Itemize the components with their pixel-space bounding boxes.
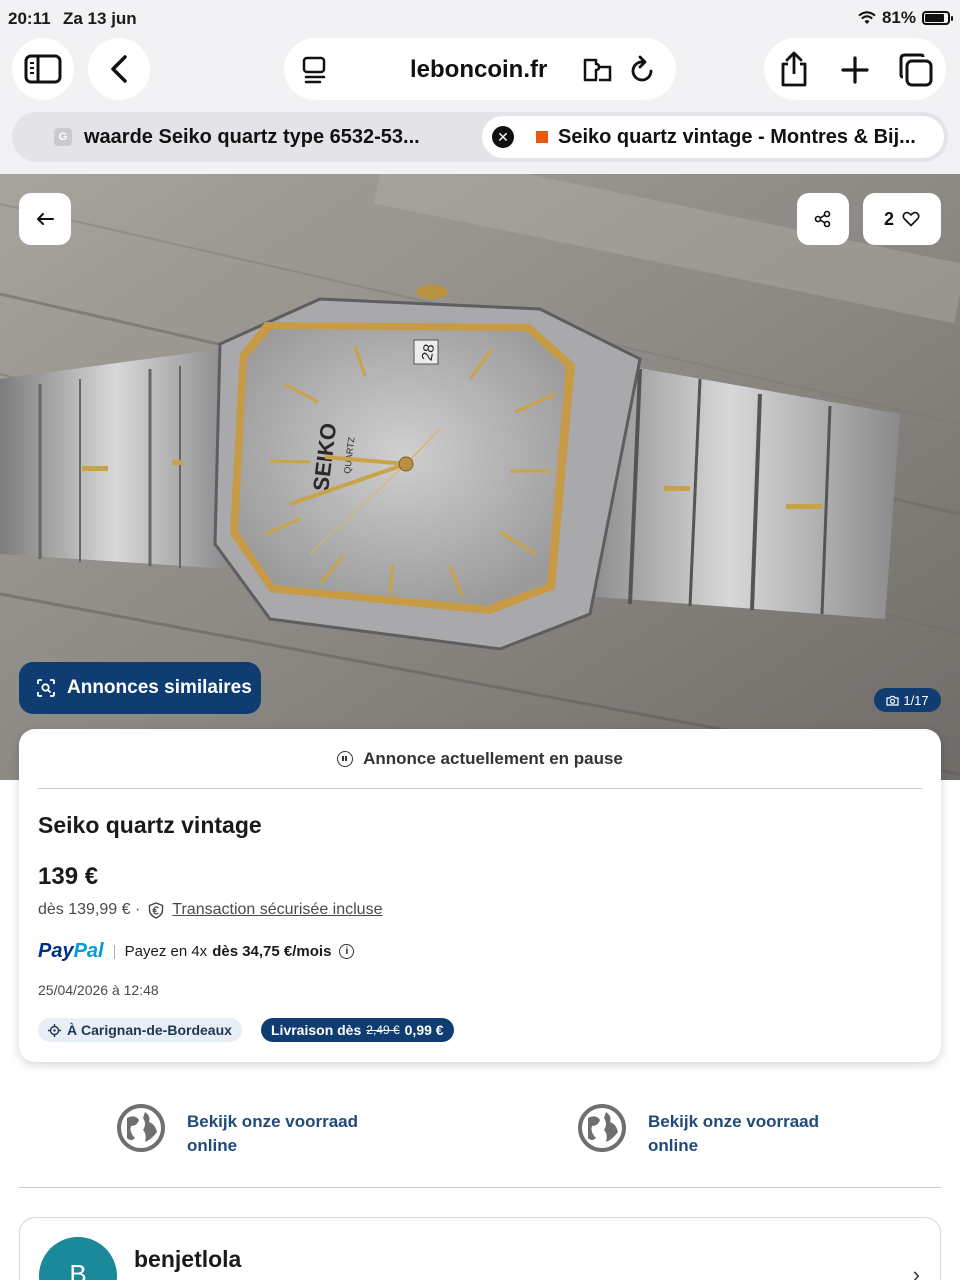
paypal-installments[interactable]: PayPal Payez en 4x dès 34,75 €/mois i	[38, 940, 355, 963]
paypal-amount: dès 34,75 €/mois	[212, 943, 332, 960]
listing-title: Seiko quartz vintage	[38, 812, 262, 838]
chevron-right-icon: ›	[912, 1262, 920, 1280]
listing-status-text: Annonce actuellement en pause	[363, 749, 623, 768]
tab-leboncoin[interactable]: ✕ Seiko quartz vintage - Montres & Bij..…	[482, 116, 944, 158]
similar-listings-button[interactable]: Annonces similaires	[19, 662, 261, 714]
page-menu-icon[interactable]	[302, 56, 328, 84]
listing-details-card: Annonce actuellement en pause Seiko quar…	[19, 729, 941, 1062]
info-icon[interactable]: i	[339, 944, 355, 959]
seller-avatar: B	[39, 1237, 117, 1280]
separator	[113, 944, 115, 959]
back-button[interactable]	[88, 38, 150, 100]
leboncoin-favicon-icon	[536, 131, 548, 143]
promo-text: Bekijk onze voorraad online	[648, 1112, 820, 1155]
favorite-button[interactable]: 2	[863, 193, 941, 245]
paypal-logo: PayPal	[38, 940, 104, 963]
image-search-icon	[37, 679, 55, 697]
status-time: 20:11	[8, 9, 51, 28]
photo-counter: 1/17	[874, 688, 941, 712]
share-listing-button[interactable]	[797, 193, 849, 245]
paypal-logo-pal: Pal	[73, 940, 104, 962]
reader-extension-icon[interactable]	[582, 56, 614, 84]
sidebar-icon	[24, 54, 62, 84]
share-nodes-icon	[814, 210, 831, 228]
share-icon[interactable]	[778, 50, 810, 88]
browser-chrome: leboncoin.fr G waarde Seiko quartz type …	[0, 36, 960, 174]
listing-photo-gallery[interactable]: 28 SEIKO QUARTZ 2 Annonces similaires 1/…	[0, 174, 960, 780]
arrow-left-icon	[37, 213, 54, 225]
svg-text:28: 28	[419, 343, 439, 362]
location-text: À Carignan-de-Bordeaux	[67, 1022, 232, 1038]
promo-stock-online-2[interactable]: Bekijk onze voorraad online	[578, 1104, 828, 1158]
address-bar[interactable]: leboncoin.fr	[284, 38, 676, 100]
wifi-icon	[858, 11, 876, 24]
secure-euro-icon	[149, 901, 164, 919]
similar-listings-label: Annonces similaires	[67, 677, 252, 698]
favorite-count: 2	[883, 208, 894, 229]
pause-icon	[337, 751, 354, 767]
battery-icon	[922, 11, 953, 25]
status-date: Za 13 jun	[63, 9, 137, 28]
back-to-list-button[interactable]	[19, 193, 71, 245]
globe-icon	[117, 1104, 165, 1152]
close-tab-icon[interactable]: ✕	[492, 126, 514, 148]
heart-icon	[902, 211, 920, 227]
new-tab-icon[interactable]	[841, 56, 869, 84]
chevron-left-icon	[111, 55, 127, 83]
listing-date: 25/04/2026 à 12:48	[38, 982, 159, 998]
seller-name: benjetlola	[134, 1246, 242, 1272]
tabs-overview-icon[interactable]	[898, 52, 934, 88]
url-text[interactable]: leboncoin.fr	[410, 56, 547, 84]
tab-title: waarde Seiko quartz type 6532-53...	[84, 125, 420, 148]
status-bar: 20:11 Za 13 jun 81%	[0, 0, 960, 36]
location-target-icon	[48, 1023, 61, 1037]
secure-transaction-link[interactable]: Transaction sécurisée incluse	[172, 901, 382, 919]
camera-icon	[886, 695, 899, 706]
divider	[19, 1187, 941, 1188]
tab-bar: G waarde Seiko quartz type 6532-53... ✕ …	[12, 112, 948, 162]
secure-transaction-line: dès 139,99 € · Transaction sécurisée inc…	[38, 901, 382, 919]
shipping-label: Livraison dès	[271, 1022, 362, 1038]
promo-stock-online-1[interactable]: Bekijk onze voorraad online	[117, 1104, 367, 1158]
divider	[38, 788, 922, 789]
photo-index: 1/17	[903, 692, 929, 708]
shipping-badge: Livraison dès 2,49 € 0,99 €	[261, 1018, 454, 1042]
battery-percentage: 81%	[881, 8, 916, 27]
shipping-old-price: 2,49 €	[366, 1023, 400, 1037]
paypal-text: Payez en 4x	[124, 943, 208, 960]
tab-title: Seiko quartz vintage - Montres & Bij...	[558, 125, 916, 148]
status-indicators: 81%	[858, 8, 953, 28]
sidebar-button[interactable]	[12, 38, 74, 100]
seller-card[interactable]: B benjetlola ›	[19, 1217, 941, 1280]
tab-google-search[interactable]: G waarde Seiko quartz type 6532-53...	[16, 116, 476, 158]
reload-icon[interactable]	[630, 55, 656, 83]
location-badge[interactable]: À Carignan-de-Bordeaux	[38, 1018, 242, 1042]
google-favicon-icon: G	[54, 128, 72, 146]
promo-text: Bekijk onze voorraad online	[187, 1112, 359, 1155]
shipping-new-price: 0,99 €	[404, 1022, 444, 1038]
price-with-fees: dès 139,99 € ·	[38, 901, 141, 918]
browser-actions	[764, 38, 946, 100]
listing-price: 139 €	[38, 863, 99, 890]
globe-icon	[578, 1104, 626, 1152]
listing-status: Annonce actuellement en pause	[19, 749, 941, 769]
paypal-logo-pay: Pay	[38, 940, 74, 962]
